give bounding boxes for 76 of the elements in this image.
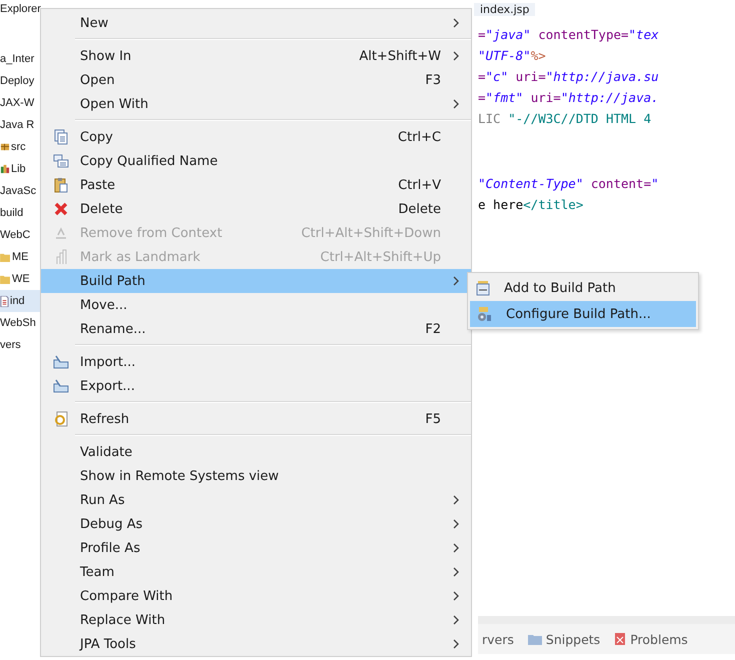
menu-item[interactable]: Paste Ctrl+V bbox=[41, 173, 471, 197]
menu-item[interactable]: Show In Alt+Shift+W bbox=[41, 44, 471, 68]
menu-item[interactable]: Rename... F2 bbox=[41, 317, 471, 341]
code-line: ="java" contentType="tex bbox=[478, 27, 659, 42]
menu-item[interactable]: Run As bbox=[41, 488, 471, 512]
problems-icon bbox=[614, 632, 626, 646]
code-line: ="fmt" uri="http://java. bbox=[478, 90, 659, 105]
document-icon bbox=[54, 129, 68, 145]
panel-tab[interactable]: Snippets bbox=[546, 632, 600, 646]
tree-item[interactable]: WebC bbox=[0, 224, 40, 246]
tree-item[interactable]: ME bbox=[0, 246, 40, 268]
tree-item[interactable]: WE bbox=[0, 268, 40, 290]
menu-item[interactable]: Team bbox=[41, 560, 471, 584]
code-line: ="c" uri="http://java.su bbox=[478, 69, 659, 84]
menu-item[interactable]: Profile As bbox=[41, 536, 471, 560]
chevron-icon bbox=[453, 543, 459, 553]
menu-item[interactable]: Debug As bbox=[41, 512, 471, 536]
chevron-icon bbox=[453, 18, 459, 28]
code-line: LIC "-//W3C//DTD HTML 4 bbox=[478, 111, 652, 126]
tree-item[interactable]: build bbox=[0, 202, 40, 224]
tree-item[interactable]: Lib bbox=[0, 158, 40, 180]
library-icon bbox=[0, 164, 10, 174]
tree-item[interactable]: vers bbox=[0, 334, 40, 356]
clipboard-icon bbox=[54, 177, 68, 193]
chevron-icon bbox=[453, 51, 459, 61]
file-icon bbox=[0, 296, 9, 306]
code-line: "Content-Type" content=" bbox=[478, 176, 659, 191]
documents-icon bbox=[52, 154, 68, 168]
menu-item[interactable]: Open F3 bbox=[41, 68, 471, 92]
cross-icon bbox=[54, 202, 68, 216]
chevron-icon bbox=[453, 615, 459, 625]
chevron-icon bbox=[453, 519, 459, 529]
refresh-icon bbox=[54, 411, 68, 427]
menu-item[interactable]: Delete Delete bbox=[41, 197, 471, 221]
menu-item[interactable]: Open With bbox=[41, 92, 471, 116]
panel-tab[interactable]: Problems bbox=[630, 632, 688, 646]
tree-item[interactable]: src bbox=[0, 136, 40, 158]
folder-icon bbox=[0, 274, 11, 284]
menu-item[interactable]: Export... bbox=[41, 374, 471, 398]
panel-tab[interactable]: rvers bbox=[482, 632, 514, 646]
menu-item[interactable]: Copy Ctrl+C bbox=[41, 125, 471, 149]
code-line: e here</title> bbox=[478, 197, 584, 212]
tree-item[interactable]: ind bbox=[0, 290, 40, 312]
chevron-icon bbox=[453, 276, 459, 286]
menu-item[interactable]: Show in Remote Systems view bbox=[41, 464, 471, 488]
menu-item[interactable]: Import... bbox=[41, 350, 471, 374]
menu-item[interactable]: Build Path bbox=[41, 269, 471, 293]
menu-item[interactable]: JPA Tools bbox=[41, 632, 471, 656]
menu-item[interactable]: Move... bbox=[41, 293, 471, 317]
explorer-tab-title[interactable]: Explorer bbox=[0, 3, 41, 16]
chevron-icon bbox=[453, 99, 459, 109]
menu-item[interactable]: Refresh F5 bbox=[41, 407, 471, 431]
menu-item[interactable]: Add to Build Path bbox=[470, 275, 696, 301]
chevron-icon bbox=[453, 639, 459, 649]
tree-item[interactable]: WebSh bbox=[0, 312, 40, 334]
code-line: "UTF-8"%> bbox=[478, 48, 546, 63]
landmark-icon bbox=[54, 249, 66, 265]
tree-item[interactable]: JavaSc bbox=[0, 180, 40, 202]
package-icon bbox=[0, 142, 10, 152]
folder-icon bbox=[0, 252, 11, 262]
chevron-icon bbox=[453, 567, 459, 577]
menu-item[interactable]: New bbox=[41, 11, 471, 35]
tree-item[interactable]: a_Inter bbox=[0, 48, 40, 70]
editor-tab[interactable]: index.jsp bbox=[474, 3, 536, 16]
snippets-icon bbox=[528, 633, 542, 645]
tree-item[interactable]: JAX-W bbox=[0, 92, 40, 114]
tree-item[interactable]: Deploy bbox=[0, 70, 40, 92]
menu-item[interactable]: Configure Build Path... bbox=[470, 301, 696, 327]
chevron-icon bbox=[453, 591, 459, 601]
menu-item[interactable]: Copy Qualified Name bbox=[41, 149, 471, 173]
menu-item[interactable]: Compare With bbox=[41, 584, 471, 608]
gear-icon bbox=[476, 306, 492, 322]
tree-item[interactable]: Java R bbox=[0, 114, 40, 136]
menu-item[interactable]: Replace With bbox=[41, 608, 471, 632]
chevron-icon bbox=[453, 495, 459, 505]
menu-item[interactable]: Validate bbox=[41, 440, 471, 464]
